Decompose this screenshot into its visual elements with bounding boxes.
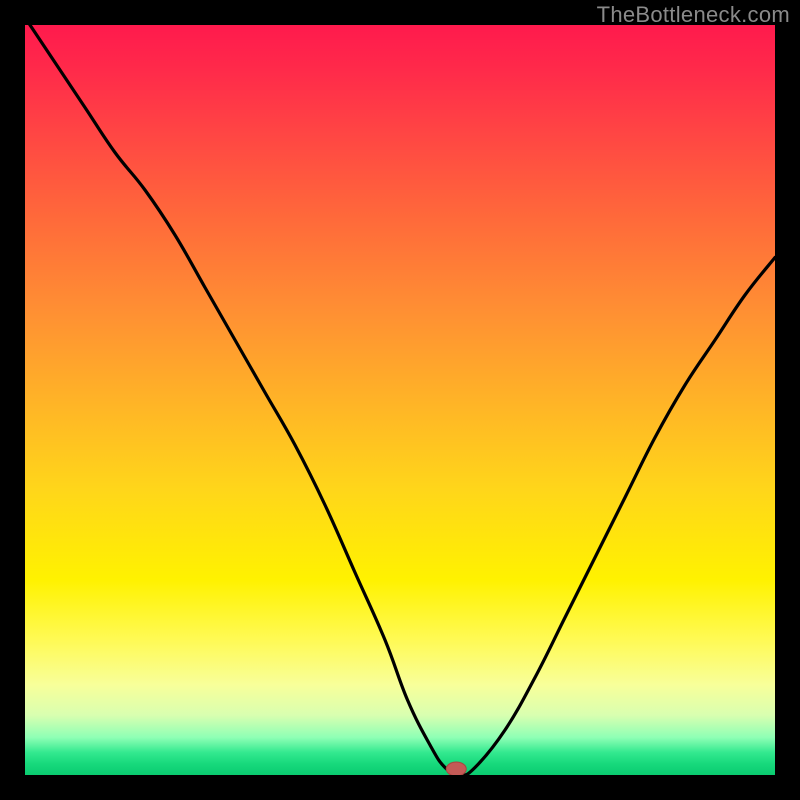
chart-svg bbox=[25, 25, 775, 775]
chart-plot-area bbox=[25, 25, 775, 775]
chart-frame: TheBottleneck.com bbox=[0, 0, 800, 800]
bottleneck-curve bbox=[25, 25, 775, 775]
optimum-marker bbox=[446, 762, 466, 775]
